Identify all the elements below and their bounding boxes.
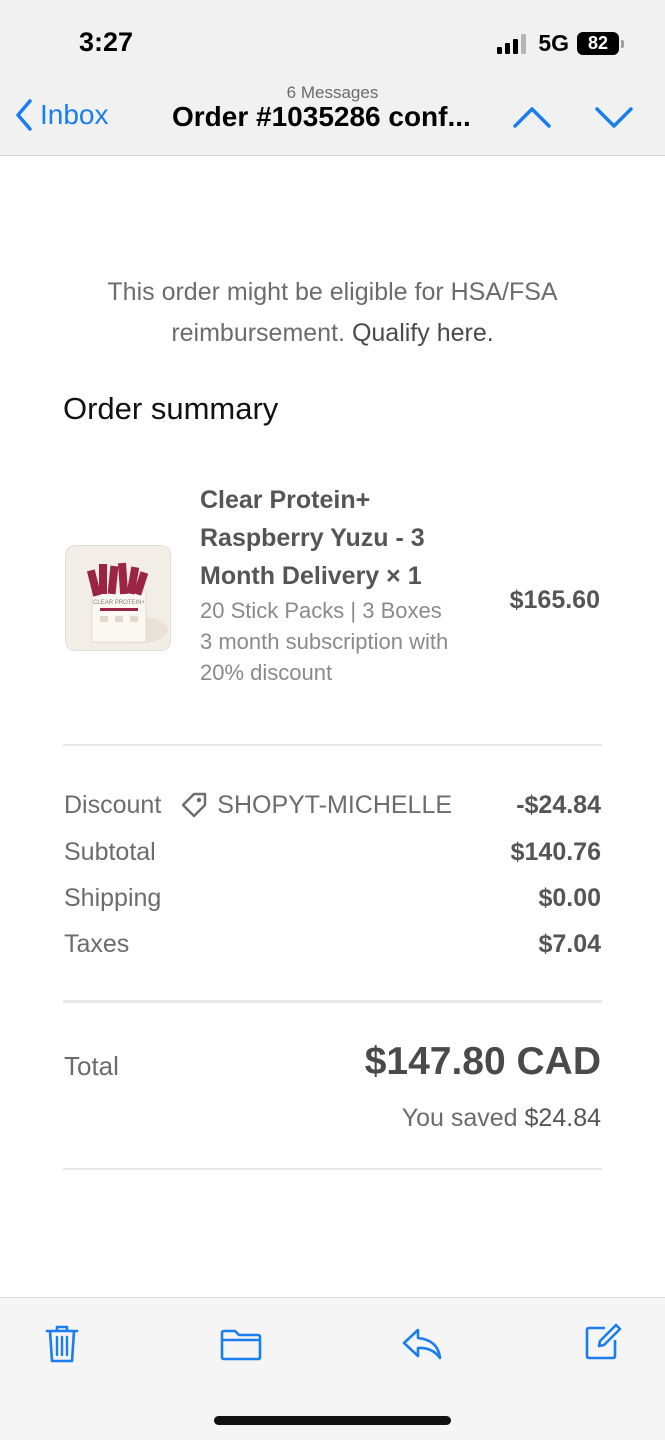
mail-subject-title: Order #1035286 conf... [172, 101, 471, 132]
hsa-notice: This order might be eligible for HSA/FSA… [40, 272, 625, 354]
reply-icon [402, 1328, 442, 1360]
product-image: CLEAR PROTEIN+ [86, 562, 168, 644]
total-label: Total [64, 1051, 119, 1081]
total-value: $147.80 CAD [364, 1040, 601, 1083]
saved-label: You saved [401, 1104, 518, 1132]
battery-icon: 82 [577, 32, 624, 55]
saved-value: $24.84 [524, 1104, 601, 1132]
folder-icon [220, 1329, 262, 1361]
divider [63, 1168, 602, 1170]
product-plan: 3 month subscription with 20% discount [200, 629, 449, 685]
savings-text: You saved $24.84 [402, 1104, 601, 1133]
previous-message-button[interactable] [512, 104, 552, 135]
status-time: 3:27 [79, 27, 134, 57]
order-summary-title: Order summary [63, 391, 279, 426]
home-indicator[interactable] [214, 1416, 451, 1425]
discount-value: -$24.84 [516, 790, 601, 819]
status-indicators: 5G 82 [497, 30, 624, 57]
product-name: Clear Protein+ Raspberry Yuzu - 3 Month … [200, 486, 425, 590]
subtotal-label: Subtotal [64, 838, 156, 866]
chevron-down-icon [595, 107, 633, 128]
shipping-label: Shipping [64, 884, 162, 912]
discount-code: SHOPYT-MICHELLE [179, 790, 452, 820]
shipping-row: Shipping $0.00 [64, 884, 601, 913]
divider [63, 1000, 602, 1003]
mail-header: 3:27 5G 82 6 Messages Inbox Order #10352… [0, 0, 665, 156]
back-label: Inbox [40, 99, 109, 130]
chevron-left-icon [16, 99, 32, 131]
order-line-item: Clear Protein+ Raspberry Yuzu - 3 Month … [200, 481, 470, 688]
shipping-value: $0.00 [538, 884, 601, 912]
compose-button[interactable] [583, 1322, 623, 1367]
network-type: 5G [538, 30, 569, 56]
back-to-inbox-button[interactable]: Inbox [14, 98, 109, 132]
trash-button[interactable] [44, 1324, 80, 1369]
chevron-up-icon [513, 107, 551, 128]
compose-icon [585, 1323, 622, 1360]
discount-label: Discount [64, 790, 162, 819]
reply-button[interactable] [400, 1326, 444, 1367]
next-message-button[interactable] [594, 104, 634, 135]
product-thumbnail: CLEAR PROTEIN+ [65, 545, 171, 651]
discount-code-text: SHOPYT-MICHELLE [217, 790, 453, 819]
battery-level: 82 [587, 33, 609, 53]
taxes-value: $7.04 [538, 930, 601, 958]
qualify-here-link[interactable]: Qualify here. [352, 319, 494, 347]
cellular-signal-icon [497, 33, 527, 54]
product-image-label: CLEAR PROTEIN+ [93, 600, 145, 606]
divider [63, 744, 602, 746]
taxes-label: Taxes [64, 930, 130, 958]
product-price: $165.60 [509, 586, 600, 614]
subtotal-value: $140.76 [510, 838, 601, 866]
discount-row: Discount SHOPYT-MICHELLE -$24.84 [64, 790, 601, 820]
tag-icon [182, 792, 207, 818]
trash-icon [45, 1325, 79, 1363]
product-variant: 20 Stick Packs | 3 Boxes [200, 598, 442, 623]
move-to-folder-button[interactable] [219, 1328, 263, 1367]
subtotal-row: Subtotal $140.76 [64, 838, 601, 867]
taxes-row: Taxes $7.04 [64, 930, 601, 959]
